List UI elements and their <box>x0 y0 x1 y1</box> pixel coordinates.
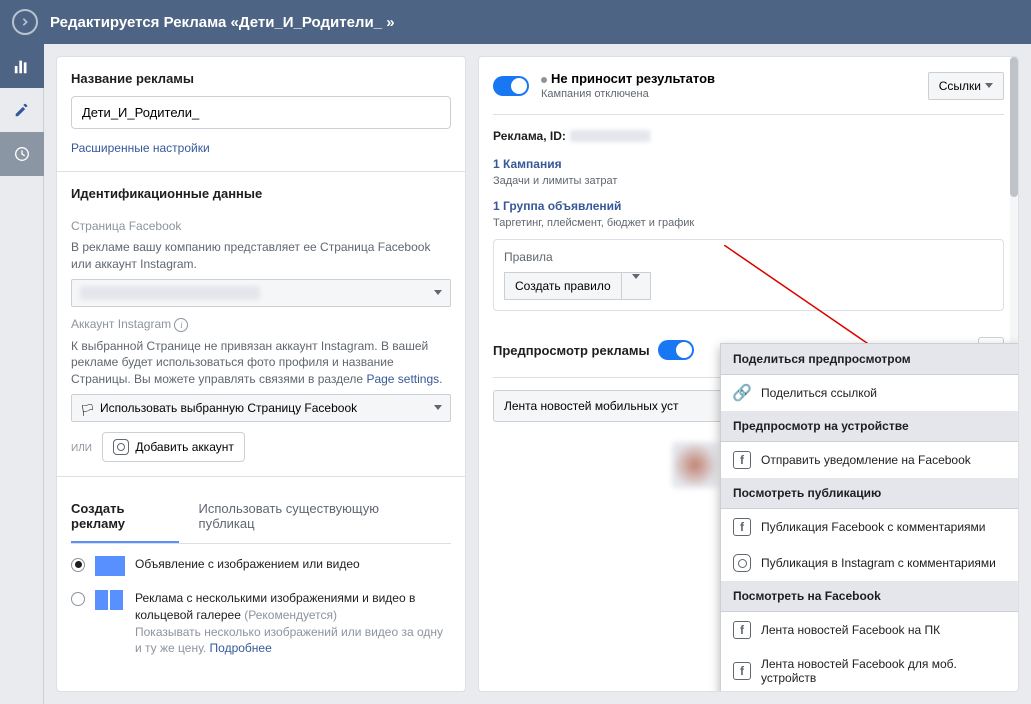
add-instagram-button[interactable]: Добавить аккаунт <box>102 432 244 462</box>
use-page-button[interactable]: 🏳Использовать выбранную Страницу Faceboo… <box>71 394 451 422</box>
advanced-settings-link[interactable]: Расширенные настройки <box>71 141 210 155</box>
menu-item-ig-post-comments[interactable]: Публикация в Instagram с комментариями <box>721 545 1019 581</box>
rules-section: Правила Создать правило <box>493 239 1004 311</box>
menu-item-fb-desktop-feed[interactable]: f Лента новостей Facebook на ПК <box>721 612 1019 648</box>
adgroup-link[interactable]: 1 Группа объявлений <box>493 199 621 213</box>
menu-item-fb-mobile-feed[interactable]: f Лента новостей Facebook для моб. устро… <box>721 648 1019 692</box>
menu-header-device: Предпросмотр на устройстве <box>721 411 1019 442</box>
rule-dropdown-button[interactable] <box>622 272 651 300</box>
thumbnail-single-icon <box>95 556 125 576</box>
menu-item-fb-post-comments[interactable]: f Публикация Facebook с комментариями <box>721 509 1019 545</box>
link-icon: 🔗 <box>733 384 751 402</box>
info-icon[interactable]: i <box>174 318 188 332</box>
sidebar <box>0 44 44 704</box>
main-content: Название рекламы Расширенные настройки И… <box>44 44 1031 704</box>
right-column: Не приносит результатов Кампания отключе… <box>478 56 1019 692</box>
radio-icon <box>71 558 85 572</box>
radio-icon <box>71 592 85 606</box>
instagram-icon <box>113 439 129 455</box>
tab-existing-post[interactable]: Использовать существующую публикац <box>199 491 431 543</box>
share-dropdown-menu: Поделиться предпросмотром 🔗 Поделиться с… <box>720 343 1019 692</box>
thumbnail-carousel-icon <box>95 590 125 610</box>
preview-label: Предпросмотр рекламы <box>493 343 650 358</box>
campaign-link[interactable]: 1 Кампания <box>493 157 562 171</box>
caret-down-icon <box>985 83 993 88</box>
tab-create-ad[interactable]: Создать рекламу <box>71 491 179 543</box>
sidebar-item-edit[interactable] <box>0 88 44 132</box>
caret-down-icon <box>434 405 442 410</box>
radio-carousel[interactable]: Реклама с несколькими изображениями и ви… <box>71 590 451 657</box>
status-sub: Кампания отключена <box>541 88 916 100</box>
sidebar-item-performance[interactable] <box>0 44 44 88</box>
more-link[interactable]: Подробнее <box>210 641 272 655</box>
facebook-icon: f <box>733 662 751 680</box>
insta-label: Аккаунт Instagram i <box>71 317 451 332</box>
preview-toggle[interactable] <box>658 340 694 360</box>
facebook-icon: f <box>733 451 751 469</box>
menu-header-share: Поделиться предпросмотром <box>721 344 1019 375</box>
topbar: Редактируется Реклама «Дети_И_Родители_ … <box>0 0 1031 44</box>
fb-page-desc: В рекламе вашу компанию представляет ее … <box>71 239 451 273</box>
facebook-icon: f <box>733 518 751 536</box>
menu-header-view-fb: Посмотреть на Facebook <box>721 581 1019 612</box>
expand-icon[interactable] <box>12 9 38 35</box>
links-dropdown-button[interactable]: Ссылки <box>928 72 1004 100</box>
facebook-icon: f <box>733 621 751 639</box>
sidebar-item-history[interactable] <box>0 132 44 176</box>
fb-page-select[interactable] <box>71 279 451 307</box>
adgroup-sub: Таргетинг, плейсмент, бюджет и график <box>493 217 1004 229</box>
menu-header-view-post: Посмотреть публикацию <box>721 478 1019 509</box>
ad-status-toggle[interactable] <box>493 76 529 96</box>
rules-label: Правила <box>504 250 993 264</box>
radio-single-image[interactable]: Объявление с изображением или видео <box>71 556 451 576</box>
page-title: Редактируется Реклама «Дети_И_Родители_ … <box>50 14 395 31</box>
create-tabs: Создать рекламу Использовать существующу… <box>71 491 451 544</box>
ad-name-label: Название рекламы <box>71 71 451 86</box>
left-column: Название рекламы Расширенные настройки И… <box>56 56 466 692</box>
instagram-icon <box>733 554 751 572</box>
page-settings-link[interactable]: Page settings <box>366 372 439 386</box>
menu-item-share-link[interactable]: 🔗 Поделиться ссылкой <box>721 375 1019 411</box>
fb-page-label: Страница Facebook <box>71 219 451 233</box>
campaign-sub: Задачи и лимиты затрат <box>493 175 1004 187</box>
or-label: ИЛИ <box>71 443 92 454</box>
create-rule-button[interactable]: Создать правило <box>504 272 622 300</box>
insta-desc: К выбранной Странице не привязан аккаунт… <box>71 338 451 388</box>
status-title: Не приносит результатов <box>551 71 715 86</box>
ad-name-input[interactable] <box>71 96 451 129</box>
menu-item-fb-notification[interactable]: f Отправить уведомление на Facebook <box>721 442 1019 478</box>
identity-title: Идентификационные данные <box>71 186 451 201</box>
ad-id-line: Реклама, ID: <box>493 127 1004 145</box>
caret-down-icon <box>434 290 442 295</box>
